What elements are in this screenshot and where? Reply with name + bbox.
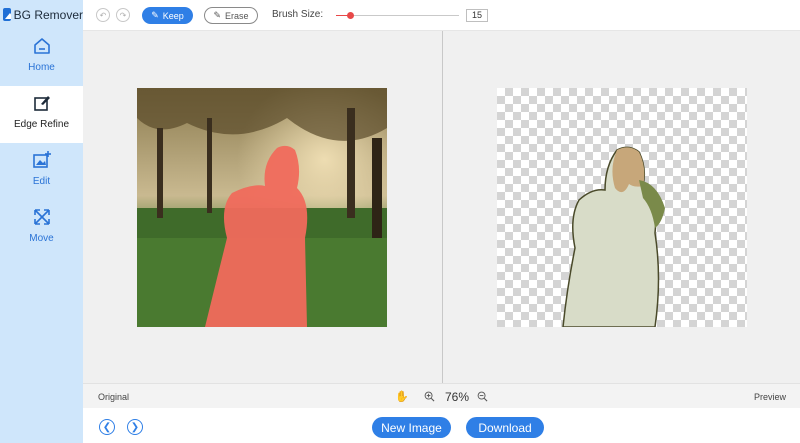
keep-button[interactable]: ✎ Keep xyxy=(142,7,193,24)
undo-button[interactable]: ↶ xyxy=(96,8,110,22)
brush-size-input[interactable]: 15 xyxy=(466,9,488,22)
sidebar-item-edit[interactable]: Edit xyxy=(0,143,83,200)
erase-label: Erase xyxy=(225,10,249,21)
edge-refine-icon xyxy=(33,96,50,111)
sidebar-item-move[interactable]: Move xyxy=(0,200,83,257)
erase-button[interactable]: ✎ Erase xyxy=(204,7,258,24)
next-button[interactable]: ❯ xyxy=(127,419,143,435)
redo-button[interactable]: ↷ xyxy=(116,8,130,22)
zoom-in-icon[interactable] xyxy=(424,391,435,402)
chevron-right-icon: ❯ xyxy=(130,421,140,433)
zoom-out-icon[interactable] xyxy=(477,391,488,402)
app-title: BG Remover xyxy=(13,7,83,22)
sidebar-item-label: Home xyxy=(28,62,55,73)
sidebar-item-label: Move xyxy=(29,233,54,244)
status-bar: Original ✋ 76% Preview xyxy=(83,383,800,408)
brush-size-label: Brush Size: xyxy=(272,9,324,20)
toolbar: ↶ ↷ ✎ Keep ✎ Erase Brush Size: 15 xyxy=(83,0,800,31)
split-divider[interactable] xyxy=(442,31,443,383)
original-image[interactable] xyxy=(137,88,387,327)
download-button[interactable]: Download xyxy=(466,417,544,438)
new-image-button[interactable]: New Image xyxy=(372,417,451,438)
preview-image xyxy=(497,88,747,327)
redo-icon: ↷ xyxy=(119,10,127,20)
sidebar: BG Remover Home Edge Refine Edit Move xyxy=(0,0,83,443)
sidebar-item-home[interactable]: Home xyxy=(0,29,83,86)
preview-photo xyxy=(562,146,665,327)
logo-icon xyxy=(3,8,11,21)
keep-brush-icon: ✎ xyxy=(151,10,159,20)
brush-size-slider[interactable] xyxy=(336,12,459,19)
chevron-left-icon: ❮ xyxy=(102,421,112,433)
undo-icon: ↶ xyxy=(99,10,107,20)
move-icon xyxy=(33,209,50,225)
previous-button[interactable]: ❮ xyxy=(99,419,115,435)
original-label: Original xyxy=(98,392,130,402)
sidebar-item-label: Edge Refine xyxy=(13,119,70,130)
erase-brush-icon: ✎ xyxy=(213,10,222,20)
brush-size-slider-thumb[interactable] xyxy=(347,12,354,19)
bottom-bar: ❮ ❯ New Image Download xyxy=(83,408,800,443)
home-icon xyxy=(33,38,50,54)
edit-image-icon xyxy=(32,151,51,168)
sidebar-item-label: Edit xyxy=(32,176,51,187)
canvas-area xyxy=(83,31,800,383)
app-logo: BG Remover xyxy=(0,0,83,29)
preview-label: Preview xyxy=(753,392,786,402)
zoom-level: 76% xyxy=(445,390,470,404)
sidebar-item-edge-refine[interactable]: Edge Refine xyxy=(0,86,83,143)
original-photo xyxy=(137,88,387,327)
hand-tool-icon[interactable]: ✋ xyxy=(395,390,409,403)
keep-label: Keep xyxy=(162,10,184,21)
